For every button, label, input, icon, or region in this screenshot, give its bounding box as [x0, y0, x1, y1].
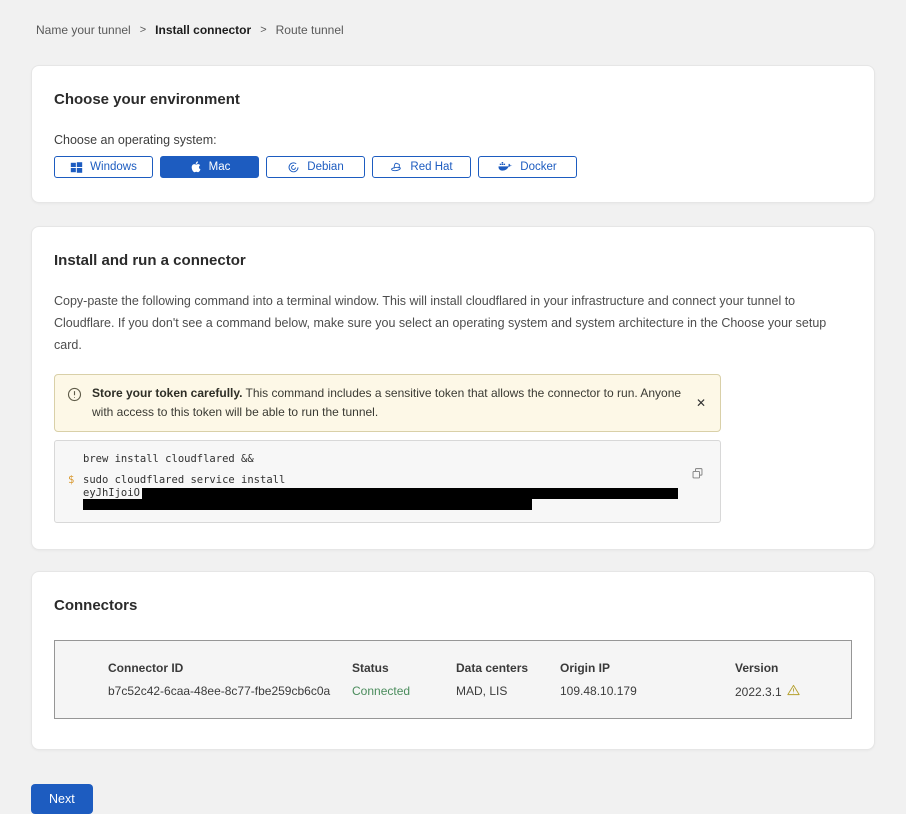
- os-button-debian[interactable]: Debian: [266, 156, 365, 178]
- apple-icon: [189, 160, 202, 174]
- breadcrumb-separator: >: [140, 24, 146, 36]
- alert-circle-icon: [67, 387, 82, 407]
- connector-id-value: b7c52c42-6caa-48ee-8c77-fbe259cb6c0a: [108, 684, 352, 699]
- header-version: Version: [735, 661, 841, 675]
- os-button-label: Windows: [90, 161, 137, 173]
- header-connector-id: Connector ID: [108, 661, 352, 675]
- install-command-codeblock: brew install cloudflared && $ sudo cloud…: [54, 440, 721, 523]
- os-button-windows[interactable]: Windows: [54, 156, 153, 178]
- breadcrumb-name-your-tunnel[interactable]: Name your tunnel: [36, 23, 131, 37]
- shell-prompt: $: [68, 473, 83, 488]
- code-gutter: [68, 499, 83, 510]
- code-gutter: [68, 452, 83, 467]
- version-number: 2022.3.1: [735, 685, 782, 699]
- os-select-label: Choose an operating system:: [54, 133, 852, 147]
- breadcrumb-install-connector[interactable]: Install connector: [155, 23, 251, 37]
- table-row: b7c52c42-6caa-48ee-8c77-fbe259cb6c0a Con…: [108, 684, 841, 699]
- install-connector-card: Install and run a connector Copy-paste t…: [31, 226, 875, 550]
- breadcrumb-route-tunnel[interactable]: Route tunnel: [276, 23, 344, 37]
- choose-environment-card: Choose your environment Choose an operat…: [31, 65, 875, 203]
- token-warning-lead: Store your token carefully.: [92, 386, 243, 400]
- connectors-title: Connectors: [54, 597, 852, 614]
- header-origin-ip: Origin IP: [560, 661, 735, 675]
- token-redaction-bar: [142, 488, 678, 499]
- os-button-label: Debian: [307, 161, 343, 173]
- os-button-docker[interactable]: Docker: [478, 156, 577, 178]
- origin-ip-value: 109.48.10.179: [560, 684, 735, 699]
- os-button-label: Mac: [209, 161, 231, 173]
- next-button[interactable]: Next: [31, 784, 93, 814]
- breadcrumb: Name your tunnel > Install connector > R…: [0, 0, 906, 37]
- status-badge: Connected: [352, 684, 456, 699]
- debian-icon: [287, 161, 300, 174]
- code-line-brew: brew install cloudflared &&: [83, 452, 254, 467]
- warning-triangle-icon: [787, 684, 800, 699]
- copy-icon[interactable]: [691, 467, 704, 480]
- token-warning-text: Store your token carefully.This command …: [92, 384, 684, 422]
- os-button-redhat[interactable]: Red Hat: [372, 156, 471, 178]
- token-warning-banner: Store your token carefully.This command …: [54, 374, 721, 432]
- close-icon[interactable]: ✕: [694, 397, 708, 409]
- os-button-label: Docker: [520, 161, 556, 173]
- breadcrumb-separator: >: [260, 24, 266, 36]
- os-button-group: Windows Mac Debian: [54, 156, 852, 178]
- os-button-label: Red Hat: [410, 161, 452, 173]
- token-redaction-bar: [83, 499, 532, 510]
- data-centers-value: MAD, LIS: [456, 684, 560, 699]
- connectors-table: Connector ID Status Data centers Origin …: [54, 640, 852, 719]
- code-line-service-install: sudo cloudflared service install: [83, 473, 285, 488]
- code-token-prefix: eyJhIjoiO: [83, 488, 140, 499]
- install-connector-title: Install and run a connector: [54, 252, 852, 269]
- redhat-icon: [390, 161, 403, 174]
- connectors-card: Connectors Connector ID Status Data cent…: [31, 571, 875, 750]
- header-status: Status: [352, 661, 456, 675]
- windows-icon: [70, 161, 83, 174]
- version-value: 2022.3.1: [735, 684, 841, 699]
- docker-icon: [498, 161, 513, 173]
- choose-environment-title: Choose your environment: [54, 91, 852, 108]
- os-button-mac[interactable]: Mac: [160, 156, 259, 178]
- connectors-table-header: Connector ID Status Data centers Origin …: [108, 661, 841, 675]
- install-connector-description: Copy-paste the following command into a …: [54, 291, 852, 357]
- header-data-centers: Data centers: [456, 661, 560, 675]
